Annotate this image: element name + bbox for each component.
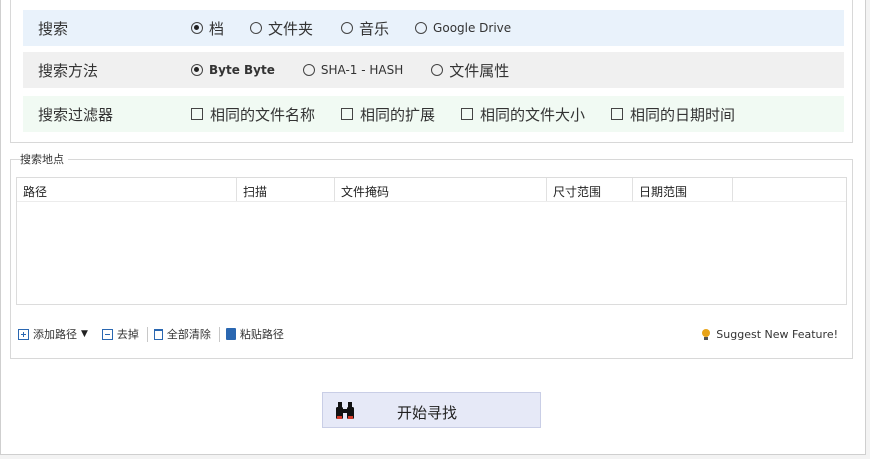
- toolbar-separator: [146, 326, 148, 342]
- checkbox-icon: [461, 108, 474, 120]
- radio-music[interactable]: 音乐: [341, 18, 389, 39]
- start-search-label: 开始寻找: [397, 404, 458, 422]
- column-header-date-range[interactable]: 日期范围: [633, 178, 733, 201]
- check-same-extension[interactable]: 相同的扩展: [341, 104, 435, 125]
- radio-circle-icon: [191, 64, 203, 76]
- radio-byte-byte[interactable]: Byte Byte: [191, 63, 275, 77]
- trash-icon: [153, 328, 163, 340]
- check-same-datetime[interactable]: 相同的日期时间: [611, 104, 735, 125]
- add-path-button[interactable]: 添加路径 ▼: [18, 326, 96, 342]
- radio-circle-icon: [302, 64, 315, 76]
- checkbox-icon: [191, 108, 203, 120]
- checkbox-icon: [611, 108, 624, 120]
- radio-sha1-hash[interactable]: SHA-1 - HASH: [302, 63, 403, 77]
- binoculars-icon: [336, 402, 354, 419]
- search-type-label: 搜索: [38, 19, 69, 38]
- column-header-path[interactable]: 路径: [17, 178, 237, 201]
- column-header-size-range[interactable]: 尺寸范围: [547, 178, 633, 201]
- search-filter-label: 搜索过滤器: [38, 105, 114, 124]
- check-same-size[interactable]: 相同的文件大小: [461, 104, 585, 125]
- suggest-feature-link[interactable]: Suggest New Feature!: [701, 328, 838, 341]
- checkbox-icon: [341, 108, 354, 120]
- locations-table[interactable]: 路径 扫描 文件掩码 尺寸范围 日期范围: [16, 177, 847, 305]
- paste-path-button[interactable]: 粘贴路径: [225, 326, 284, 342]
- table-header: 路径 扫描 文件掩码 尺寸范围 日期范围: [17, 178, 846, 202]
- column-header-file-mask[interactable]: 文件掩码: [335, 178, 547, 201]
- minus-box-icon: [101, 328, 113, 340]
- radio-circle-icon: [415, 22, 428, 34]
- plus-box-icon: [18, 328, 29, 340]
- check-same-filename[interactable]: 相同的文件名称: [191, 104, 315, 125]
- paste-icon: [225, 328, 236, 340]
- search-options-panel: 搜索 档 文件夹 音乐 Google Drive 搜索方法 Byte Byte …: [10, 0, 853, 143]
- search-filter-row: 搜索过滤器 相同的文件名称 相同的扩展 相同的文件大小 相同的日期时间: [23, 96, 844, 132]
- lightbulb-icon: [701, 328, 711, 340]
- search-method-label: 搜索方法: [38, 61, 99, 80]
- radio-circle-icon: [250, 22, 263, 34]
- search-method-row: 搜索方法 Byte Byte SHA-1 - HASH 文件属性: [23, 52, 844, 88]
- radio-circle-icon: [191, 22, 203, 34]
- radio-google-drive[interactable]: Google Drive: [415, 21, 511, 35]
- locations-toolbar: 添加路径 ▼ 去掉 全部清除 粘贴路径 Suggest New Feature!: [18, 325, 838, 343]
- radio-circle-icon: [431, 64, 444, 76]
- start-search-button[interactable]: 开始寻找: [322, 392, 541, 428]
- column-header-scan[interactable]: 扫描: [237, 178, 335, 201]
- toolbar-separator: [218, 326, 220, 342]
- radio-file[interactable]: 档: [191, 18, 224, 39]
- radio-folder[interactable]: 文件夹: [250, 18, 313, 39]
- radio-circle-icon: [341, 22, 354, 34]
- dropdown-caret-icon[interactable]: ▼: [81, 329, 88, 339]
- radio-file-attributes[interactable]: 文件属性: [431, 60, 509, 81]
- clear-all-button[interactable]: 全部清除: [153, 326, 211, 342]
- search-locations-title: 搜索地点: [20, 151, 68, 167]
- search-type-row: 搜索 档 文件夹 音乐 Google Drive: [23, 10, 844, 46]
- remove-button[interactable]: 去掉: [101, 326, 139, 342]
